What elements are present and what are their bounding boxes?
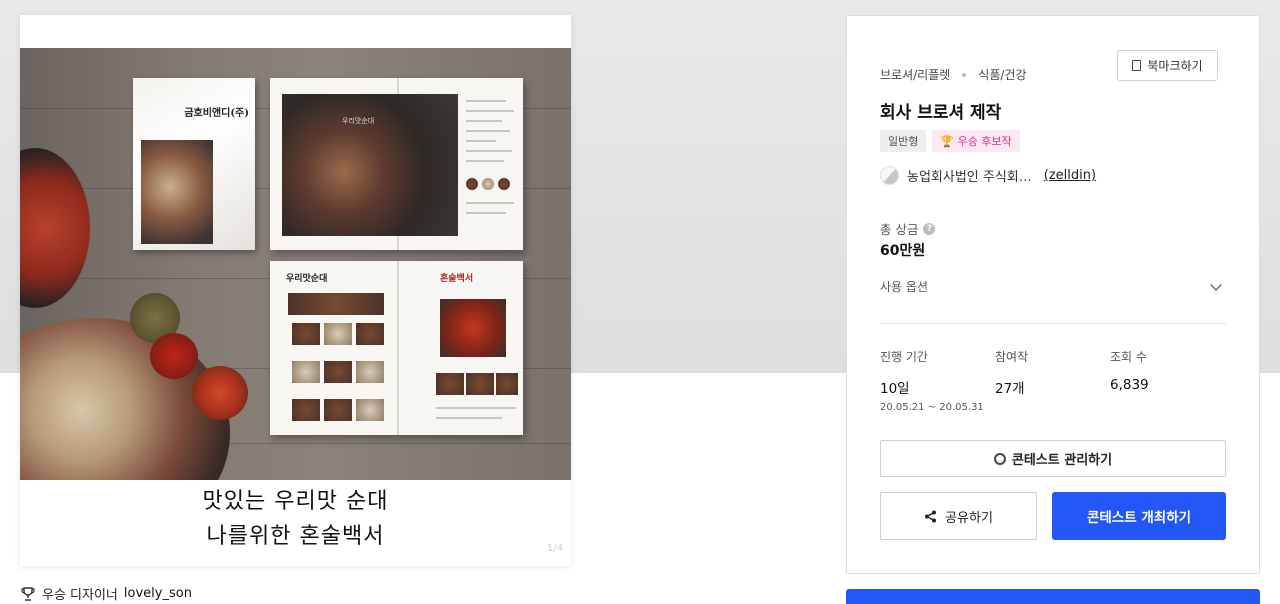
usage-options-label: 사용 옵션 [880, 280, 928, 294]
winner-name[interactable]: lovely_son [124, 586, 192, 601]
bookmark-icon [1132, 60, 1142, 71]
sauce-bowl [150, 333, 198, 379]
winner-label: 우승 디자이너 [42, 588, 118, 603]
winner-designer: 우승 디자이너 lovely_son [20, 584, 192, 603]
stat-views-value: 6,839 [1110, 377, 1149, 393]
gear-icon [993, 452, 1006, 465]
contest-title: 회사 브로셔 제작 [880, 103, 1002, 123]
total-prize-label: 총 상금 ? [880, 219, 936, 238]
manage-contest-button[interactable]: 콘테스트 관리하기 [880, 440, 1226, 477]
host-contest-label: 콘테스트 개최하기 [1086, 510, 1192, 526]
stat-entries-value: 27개 [995, 381, 1025, 397]
bookmark-label: 북마크하기 [1147, 59, 1203, 73]
total-prize-value: 60만원 [880, 243, 926, 259]
contest-stats: 진행 기간 10일 20.05.21 ~ 20.05.31 참여작 27개 조회… [880, 348, 1226, 413]
brochure-photo: 금호비앤디(주) 우리맛순대 우리맛순대 혼술백서 [20, 48, 571, 480]
info-icon[interactable]: ? [923, 222, 936, 235]
host-contest-button[interactable]: 콘테스트 개최하기 [1052, 492, 1226, 540]
share-button[interactable]: 공유하기 [880, 492, 1037, 540]
brochure-spread-top: 우리맛순대 [270, 78, 523, 250]
stat-views-label: 조회 수 [1110, 350, 1147, 364]
client-avatar [880, 166, 899, 185]
client-info: 농업회사법인 주식회… (zelldin) [880, 166, 1096, 185]
stat-period-range: 20.05.21 ~ 20.05.31 [880, 402, 984, 413]
stat-views: 조회 수 6,839 [1110, 348, 1225, 413]
portfolio-image-card[interactable]: 금호비앤디(주) 우리맛순대 우리맛순대 혼술백서 맛있는 우리맛 순대 나를위… [20, 15, 571, 566]
total-prize-label-text: 총 상금 [880, 222, 919, 237]
client-name: 농업회사법인 주식회… [907, 170, 1032, 185]
bookmark-button[interactable]: 북마크하기 [1117, 50, 1218, 81]
award-candidate-badge: 🏆 우승 후보작 [932, 130, 1020, 152]
bottom-action-bar[interactable] [846, 589, 1260, 604]
sauce-bowl [192, 366, 248, 420]
contest-badges: 일반형 🏆 우승 후보작 [880, 130, 1020, 152]
stat-period-label: 진행 기간 [880, 350, 928, 364]
stat-entries: 참여작 27개 [995, 348, 1110, 413]
stat-period: 진행 기간 10일 20.05.21 ~ 20.05.31 [880, 348, 995, 413]
brochure-cover-title: 금호비앤디(주) [184, 108, 249, 119]
image-counter: 1/4 [546, 543, 563, 554]
brochure-cover: 금호비앤디(주) [133, 78, 255, 250]
usage-options-toggle[interactable]: 사용 옵션 [880, 278, 1226, 295]
image-caption-line1: 맛있는 우리맛 순대 [202, 489, 389, 514]
stat-entries-label: 참여작 [995, 350, 1029, 364]
food-plate-small [20, 148, 90, 308]
divider [880, 323, 1226, 324]
trophy-icon [21, 586, 35, 601]
breadcrumb-separator [962, 72, 967, 77]
brochure-spread-bottom: 우리맛순대 혼술백서 [270, 261, 523, 435]
contest-type-badge: 일반형 [880, 130, 927, 152]
breadcrumb-subcategory[interactable]: 식품/건강 [978, 66, 1026, 83]
client-handle-link[interactable]: (zelldin) [1044, 168, 1096, 183]
share-label: 공유하기 [945, 510, 993, 526]
share-icon [925, 510, 937, 522]
spread-bottom-brand: 우리맛순대 [286, 274, 328, 284]
stat-period-value: 10일 [880, 381, 910, 397]
chevron-down-icon [1210, 278, 1222, 291]
spread-brand-text: 우리맛순대 [342, 117, 375, 125]
image-caption-line2: 나를위한 혼술백서 [206, 524, 385, 549]
spread-logo-text: 혼술백서 [440, 274, 474, 284]
manage-contest-label: 콘테스트 관리하기 [1011, 453, 1113, 468]
contest-detail-panel: 브로셔/리플렛 식품/건강 북마크하기 회사 브로셔 제작 일반형 🏆 우승 후… [846, 15, 1260, 574]
breadcrumb: 브로셔/리플렛 식품/건강 [880, 66, 1027, 83]
breadcrumb-category[interactable]: 브로셔/리플렛 [880, 66, 950, 83]
